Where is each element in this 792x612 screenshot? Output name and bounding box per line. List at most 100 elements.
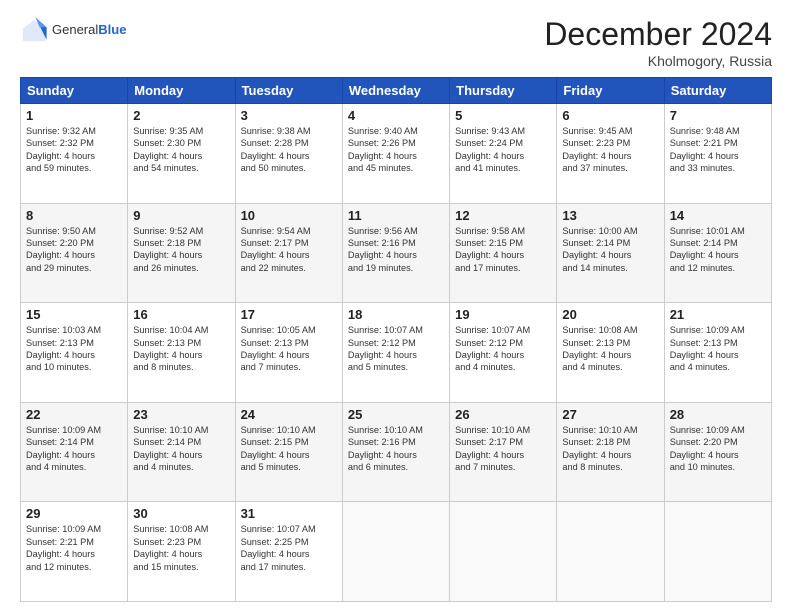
- sunrise-text: Sunrise: 10:10 AM: [348, 425, 423, 435]
- calendar-week-4: 22Sunrise: 10:09 AMSunset: 2:14 PMDaylig…: [21, 402, 772, 502]
- daylight-minutes: and 4 minutes.: [133, 462, 193, 472]
- table-row: 28 Sunrise: 10:09 AMSunset: 2:20 PMDaylig…: [664, 402, 771, 502]
- day-number: 3: [241, 108, 337, 123]
- daylight-minutes: and 29 minutes.: [26, 263, 91, 273]
- cell-text: Sunrise: 9:58 AMSunset: 2:15 PMDaylight:…: [455, 225, 551, 275]
- sunrise-text: Sunrise: 9:45 AM: [562, 126, 632, 136]
- sunrise-text: Sunrise: 10:09 AM: [670, 325, 745, 335]
- day-number: 15: [26, 307, 122, 322]
- logo-general: General: [52, 22, 98, 37]
- daylight-minutes: and 4 minutes.: [455, 362, 515, 372]
- daylight-hours: Daylight: 4 hours: [26, 450, 95, 460]
- sunrise-text: Sunrise: 10:00 AM: [562, 226, 637, 236]
- table-row: 30Sunrise: 10:08 AMSunset: 2:23 PMDaylig…: [128, 502, 235, 602]
- calendar-week-2: 8Sunrise: 9:50 AMSunset: 2:20 PMDaylight…: [21, 203, 772, 303]
- day-number: 11: [348, 208, 444, 223]
- daylight-hours: Daylight: 4 hours: [133, 250, 202, 260]
- daylight-minutes: and 45 minutes.: [348, 163, 413, 173]
- title-block: December 2024 Kholmogory, Russia: [544, 16, 772, 69]
- day-number: 28: [670, 407, 766, 422]
- cell-text: Sunrise: 10:03 AMSunset: 2:13 PMDaylight…: [26, 324, 122, 374]
- sunset-text: Sunset: 2:16 PM: [348, 437, 416, 447]
- sunset-text: Sunset: 2:13 PM: [133, 338, 201, 348]
- daylight-hours: Daylight: 4 hours: [670, 450, 739, 460]
- table-row: 14Sunrise: 10:01 AMSunset: 2:14 PMDaylig…: [664, 203, 771, 303]
- col-saturday: Saturday: [664, 78, 771, 104]
- day-number: 13: [562, 208, 658, 223]
- sunrise-text: Sunrise: 10:07 AM: [241, 524, 316, 534]
- table-row: 4Sunrise: 9:40 AMSunset: 2:26 PMDaylight…: [342, 104, 449, 204]
- col-tuesday: Tuesday: [235, 78, 342, 104]
- day-number: 25: [348, 407, 444, 422]
- table-row: 9Sunrise: 9:52 AMSunset: 2:18 PMDaylight…: [128, 203, 235, 303]
- day-number: 23: [133, 407, 229, 422]
- cell-text: Sunrise: 9:48 AMSunset: 2:21 PMDaylight:…: [670, 125, 766, 175]
- daylight-minutes: and 19 minutes.: [348, 263, 413, 273]
- day-number: 20: [562, 307, 658, 322]
- cell-text: Sunrise: 10:09 AMSunset: 2:13 PMDaylight…: [670, 324, 766, 374]
- cell-text: Sunrise: 10:05 AMSunset: 2:13 PMDaylight…: [241, 324, 337, 374]
- sunset-text: Sunset: 2:24 PM: [455, 138, 523, 148]
- daylight-hours: Daylight: 4 hours: [26, 250, 95, 260]
- table-row: [450, 502, 557, 602]
- daylight-hours: Daylight: 4 hours: [670, 151, 739, 161]
- sunrise-text: Sunrise: 10:10 AM: [133, 425, 208, 435]
- calendar-week-1: 1Sunrise: 9:32 AMSunset: 2:32 PMDaylight…: [21, 104, 772, 204]
- sunrise-text: Sunrise: 10:09 AM: [670, 425, 745, 435]
- daylight-hours: Daylight: 4 hours: [562, 250, 631, 260]
- cell-text: Sunrise: 10:10 AMSunset: 2:17 PMDaylight…: [455, 424, 551, 474]
- calendar-header-row: Sunday Monday Tuesday Wednesday Thursday…: [21, 78, 772, 104]
- table-row: 3 Sunrise: 9:38 AMSunset: 2:28 PMDaylight…: [235, 104, 342, 204]
- cell-text: Sunrise: 9:32 AMSunset: 2:32 PMDaylight:…: [26, 125, 122, 175]
- calendar-week-5: 29Sunrise: 10:09 AMSunset: 2:21 PMDaylig…: [21, 502, 772, 602]
- daylight-hours: Daylight: 4 hours: [26, 549, 95, 559]
- day-number: 29: [26, 506, 122, 521]
- table-row: 16Sunrise: 10:04 AMSunset: 2:13 PMDaylig…: [128, 303, 235, 403]
- sunset-text: Sunset: 2:14 PM: [26, 437, 94, 447]
- cell-text: Sunrise: 10:09 AMSunset: 2:20 PMDaylight…: [670, 424, 766, 474]
- sunset-text: Sunset: 2:23 PM: [562, 138, 630, 148]
- daylight-hours: Daylight: 4 hours: [670, 350, 739, 360]
- day-number: 27: [562, 407, 658, 422]
- sunrise-text: Sunrise: 10:10 AM: [241, 425, 316, 435]
- sunrise-text: Sunrise: 10:08 AM: [133, 524, 208, 534]
- cell-text: Sunrise: 10:10 AMSunset: 2:15 PMDaylight…: [241, 424, 337, 474]
- sunrise-text: Sunrise: 10:10 AM: [455, 425, 530, 435]
- table-row: 6Sunrise: 9:45 AMSunset: 2:23 PMDaylight…: [557, 104, 664, 204]
- daylight-minutes: and 37 minutes.: [562, 163, 627, 173]
- calendar-table: Sunday Monday Tuesday Wednesday Thursday…: [20, 77, 772, 602]
- table-row: 2Sunrise: 9:35 AMSunset: 2:30 PMDaylight…: [128, 104, 235, 204]
- daylight-hours: Daylight: 4 hours: [241, 450, 310, 460]
- daylight-minutes: and 5 minutes.: [348, 362, 408, 372]
- sunrise-text: Sunrise: 10:07 AM: [348, 325, 423, 335]
- daylight-minutes: and 7 minutes.: [455, 462, 515, 472]
- sunrise-text: Sunrise: 9:43 AM: [455, 126, 525, 136]
- cell-text: Sunrise: 10:09 AMSunset: 2:14 PMDaylight…: [26, 424, 122, 474]
- daylight-hours: Daylight: 4 hours: [348, 250, 417, 260]
- table-row: 25Sunrise: 10:10 AMSunset: 2:16 PMDaylig…: [342, 402, 449, 502]
- day-number: 9: [133, 208, 229, 223]
- day-number: 2: [133, 108, 229, 123]
- daylight-minutes: and 41 minutes.: [455, 163, 520, 173]
- daylight-minutes: and 59 minutes.: [26, 163, 91, 173]
- daylight-hours: Daylight: 4 hours: [455, 350, 524, 360]
- sunrise-text: Sunrise: 10:08 AM: [562, 325, 637, 335]
- cell-text: Sunrise: 10:01 AMSunset: 2:14 PMDaylight…: [670, 225, 766, 275]
- table-row: 19Sunrise: 10:07 AMSunset: 2:12 PMDaylig…: [450, 303, 557, 403]
- day-number: 21: [670, 307, 766, 322]
- daylight-minutes: and 4 minutes.: [562, 362, 622, 372]
- day-number: 24: [241, 407, 337, 422]
- daylight-minutes: and 12 minutes.: [26, 562, 91, 572]
- daylight-hours: Daylight: 4 hours: [562, 450, 631, 460]
- month-title: December 2024: [544, 16, 772, 53]
- sunset-text: Sunset: 2:16 PM: [348, 238, 416, 248]
- table-row: 22Sunrise: 10:09 AMSunset: 2:14 PMDaylig…: [21, 402, 128, 502]
- sunrise-text: Sunrise: 10:07 AM: [455, 325, 530, 335]
- day-number: 30: [133, 506, 229, 521]
- daylight-hours: Daylight: 4 hours: [26, 350, 95, 360]
- logo: GeneralBlue: [20, 16, 126, 44]
- cell-text: Sunrise: 9:38 AMSunset: 2:28 PMDaylight:…: [241, 125, 337, 175]
- sunset-text: Sunset: 2:23 PM: [133, 537, 201, 547]
- day-number: 26: [455, 407, 551, 422]
- daylight-hours: Daylight: 4 hours: [670, 250, 739, 260]
